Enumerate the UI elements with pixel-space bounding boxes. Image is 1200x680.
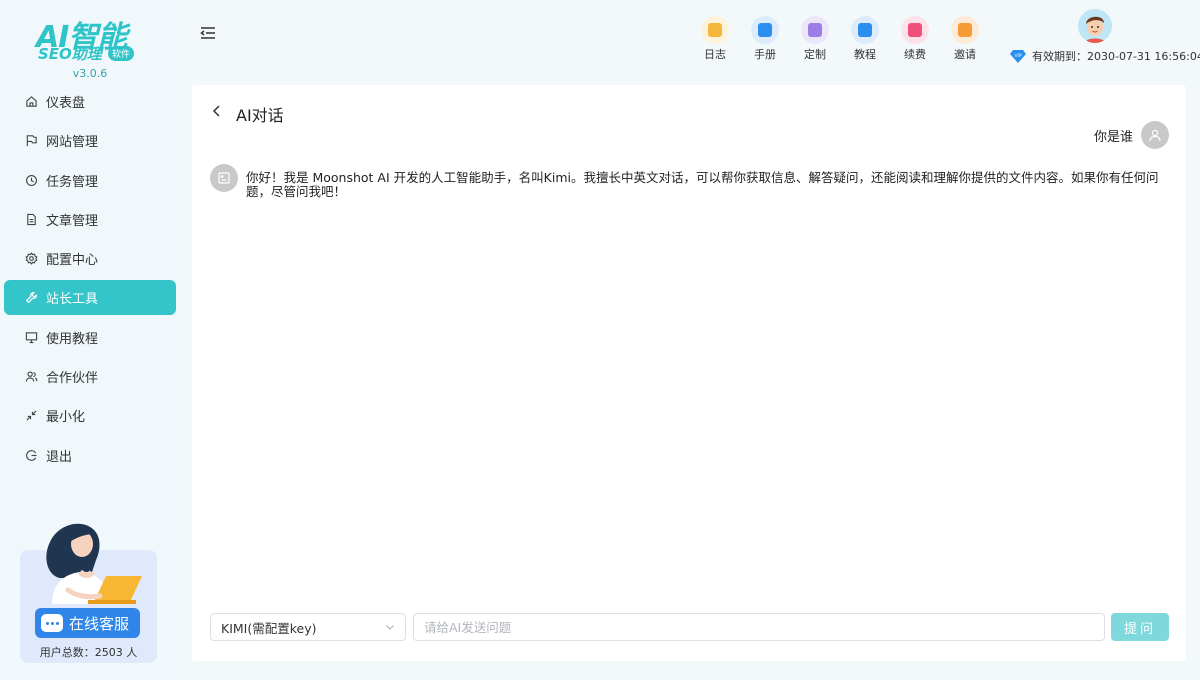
model-select-value: KIMI(需配置key) [221, 620, 317, 636]
sidebar-item-label: 站长工具 [46, 292, 99, 308]
sidebar-item-label: 任务管理 [46, 174, 99, 190]
ask-button[interactable]: 提问 [1111, 613, 1169, 641]
partner-icon [24, 370, 38, 384]
back-arrow-icon[interactable] [210, 103, 222, 119]
user-message: 你是谁 [1094, 121, 1169, 149]
validity-info: VIP 有效期到：2030-07-31 16:56:04 [1010, 48, 1200, 64]
manual-button[interactable]: 手册 [740, 16, 790, 62]
logout-icon [24, 448, 38, 462]
tool-label: 手册 [754, 48, 776, 61]
tutorial-icon [851, 16, 879, 44]
sidebar-item-websites[interactable]: 网站管理 [4, 123, 176, 158]
tool-label: 教程 [854, 48, 876, 61]
sidebar-item-label: 仪表盘 [46, 96, 86, 111]
sidebar-item-label: 合作伙伴 [46, 371, 99, 387]
sidebar-item-partners[interactable]: 合作伙伴 [4, 359, 176, 394]
monitor-icon [24, 330, 38, 344]
ai-message: 你好！我是 Moonshot AI 开发的人工智能助手，名叫Kimi。我擅长中英… [210, 164, 1172, 199]
sidebar-item-label: 最小化 [46, 410, 86, 426]
question-input[interactable] [413, 613, 1105, 641]
sidebar-item-dashboard[interactable]: 仪表盘 [4, 84, 176, 119]
wrench-icon [24, 291, 38, 305]
chat-bubble-icon [41, 614, 63, 632]
sidebar-item-label: 使用教程 [46, 331, 99, 347]
invite-icon [951, 16, 979, 44]
chat-panel: AI对话 你是谁 你好！我是 Moonshot AI 开发的人工智能助手，名叫K… [192, 85, 1186, 661]
tool-label: 日志 [704, 48, 726, 61]
collapse-sidebar-icon[interactable] [200, 26, 216, 40]
tool-label: 定制 [804, 48, 826, 61]
sidebar-item-label: 网站管理 [46, 135, 99, 151]
home-icon [24, 95, 38, 109]
flag-icon [24, 134, 38, 148]
log-button[interactable]: 日志 [690, 16, 740, 62]
sidebar-item-tutorials[interactable]: 使用教程 [4, 320, 176, 355]
tool-label: 续费 [904, 48, 926, 61]
minimize-icon [24, 409, 38, 423]
clock-icon [24, 173, 38, 187]
sidebar-item-label: 退出 [46, 449, 73, 465]
sidebar-item-logout[interactable]: 退出 [4, 438, 176, 473]
manual-icon [751, 16, 779, 44]
logo-sub-text: SEO助理 [38, 45, 102, 63]
tutorial-button[interactable]: 教程 [840, 16, 890, 62]
online-support-button[interactable]: 在线客服 [35, 608, 140, 638]
sidebar-item-webmaster-tools[interactable]: 站长工具 [4, 280, 176, 316]
sidebar: AI智能 SEO助理 软件 v3.0.6 仪表盘 网站管理 任务管理 文章管理 … [0, 0, 180, 680]
ai-message-text: 你好！我是 Moonshot AI 开发的人工智能助手，名叫Kimi。我擅长中英… [246, 170, 1159, 199]
model-select[interactable]: KIMI(需配置key) [210, 613, 406, 641]
tool-label: 邀请 [954, 48, 976, 61]
sidebar-item-tasks[interactable]: 任务管理 [4, 163, 176, 198]
vip-diamond-icon: VIP [1010, 49, 1026, 63]
gear-icon [24, 252, 38, 266]
sidebar-menu: 仪表盘 网站管理 任务管理 文章管理 配置中心 站长工具 使用教程 合作伙伴 最… [4, 84, 176, 477]
user-message-text: 你是谁 [1093, 129, 1133, 145]
page-title: AI对话 [236, 106, 284, 125]
logo-badge: 软件 [108, 46, 135, 61]
app-version: v3.0.6 [72, 67, 108, 80]
renew-icon [901, 16, 929, 44]
invite-button[interactable]: 邀请 [940, 16, 990, 62]
sidebar-item-articles[interactable]: 文章管理 [4, 202, 176, 237]
sidebar-item-minimize[interactable]: 最小化 [4, 398, 176, 433]
customize-icon [801, 16, 829, 44]
sidebar-item-config[interactable]: 配置中心 [4, 241, 176, 276]
ai-avatar-icon [210, 164, 238, 192]
sidebar-item-label: 文章管理 [46, 213, 99, 229]
header-toolbar: 日志 手册 定制 教程 续费 邀请 [690, 16, 990, 62]
chevron-down-icon [386, 625, 394, 630]
user-total-count: 用户总数：2503 人 [39, 646, 138, 659]
support-label: 在线客服 [69, 614, 130, 633]
log-icon [701, 16, 729, 44]
sidebar-item-label: 配置中心 [46, 253, 99, 269]
svg-text:VIP: VIP [1014, 53, 1021, 59]
user-message-avatar-icon [1141, 121, 1169, 149]
user-avatar[interactable] [1078, 9, 1112, 43]
validity-text: 有效期到：2030-07-31 16:56:04 [1032, 50, 1200, 63]
app-logo: AI智能 SEO助理 软件 [36, 12, 144, 64]
customize-button[interactable]: 定制 [790, 16, 840, 62]
support-illustration [46, 523, 142, 604]
renew-button[interactable]: 续费 [890, 16, 940, 62]
document-icon [24, 212, 38, 226]
